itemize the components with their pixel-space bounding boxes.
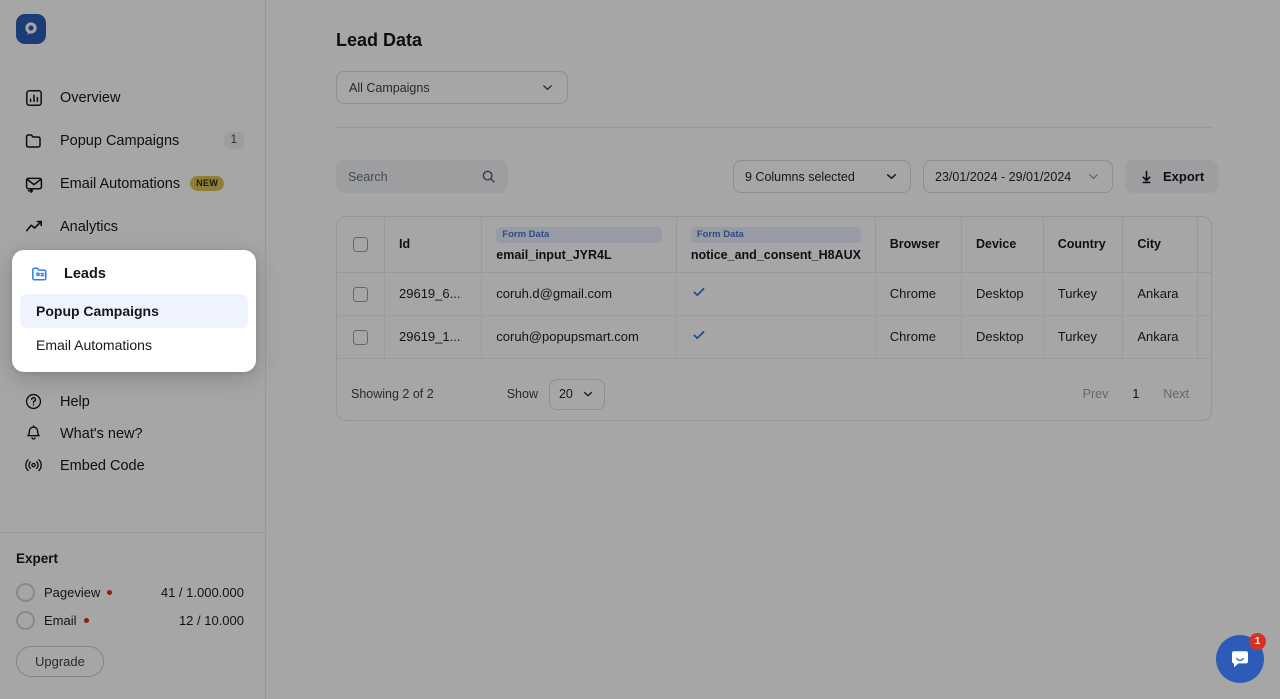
chat-unread-badge: 1 — [1249, 633, 1266, 650]
chat-smiley-icon — [1228, 647, 1252, 671]
leads-popover-header[interactable]: Leads — [20, 258, 248, 294]
leads-popover: Leads Popup Campaigns Email Automations — [12, 250, 256, 372]
popover-item-email-automations[interactable]: Email Automations — [20, 328, 248, 362]
popover-item-popup-campaigns[interactable]: Popup Campaigns — [20, 294, 248, 328]
leads-popover-title: Leads — [64, 266, 106, 282]
app-root: Overview Popup Campaigns 1 Email Automat… — [0, 0, 1280, 699]
folder-user-icon — [30, 264, 50, 284]
chat-widget-button[interactable]: 1 — [1216, 633, 1266, 683]
